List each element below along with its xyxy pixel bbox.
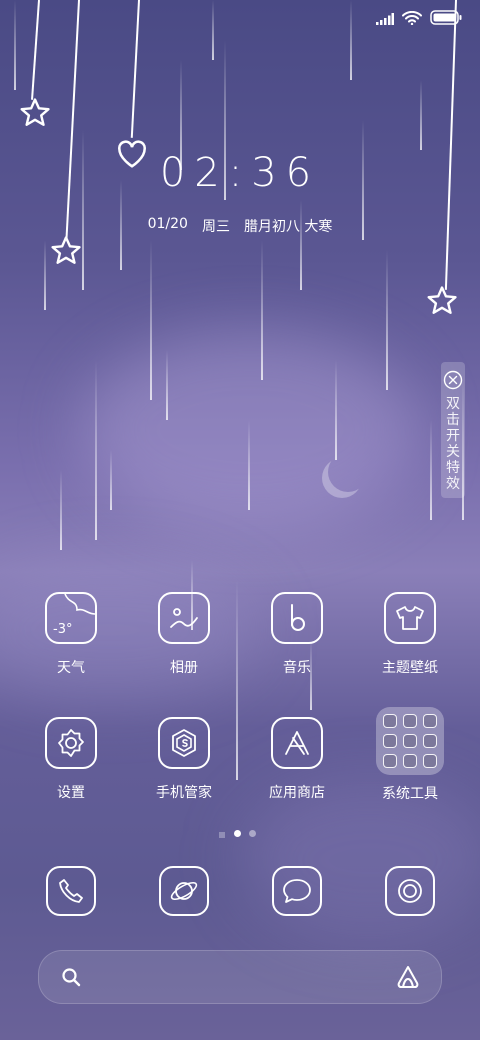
search-icon[interactable] xyxy=(61,967,81,991)
close-circle-icon[interactable] xyxy=(443,370,463,394)
app-label: 相册 xyxy=(170,660,198,676)
effect-toggle-label: 双击开关特效 xyxy=(446,396,460,492)
lunar-date-text: 腊月初八 大寒 xyxy=(243,219,333,235)
camera-icon[interactable] xyxy=(385,866,435,916)
app-label: 天气 xyxy=(57,660,85,676)
app-label: 主题壁纸 xyxy=(382,660,438,676)
battery-icon xyxy=(430,10,462,29)
app-weather[interactable]: -3° 天气 xyxy=(21,592,121,677)
app-label: 手机管家 xyxy=(156,785,212,801)
date-line[interactable]: 01/20 周三 腊月初八 大寒 xyxy=(0,216,480,236)
clock-time[interactable]: 02:36 xyxy=(0,150,480,196)
moon xyxy=(328,452,368,492)
star-ornament xyxy=(425,284,459,322)
home-page-indicator-icon xyxy=(218,824,226,843)
app-music[interactable]: 音乐 xyxy=(247,592,347,677)
folder-icon xyxy=(376,707,444,775)
assistant-icon[interactable] xyxy=(395,964,421,994)
date-text: 01/20 xyxy=(147,216,188,232)
app-store[interactable]: 应用商店 xyxy=(247,717,347,802)
phone-icon[interactable] xyxy=(46,866,96,916)
app-settings[interactable]: 设置 xyxy=(21,717,121,802)
weather-temp: -3° xyxy=(53,622,73,637)
app-theme[interactable]: 主题壁纸 xyxy=(360,592,460,677)
app-store-icon xyxy=(271,717,323,769)
app-security[interactable]: 手机管家 xyxy=(134,717,234,802)
browser-icon[interactable] xyxy=(159,866,209,916)
app-gallery[interactable]: 相册 xyxy=(134,592,234,677)
app-folder-system-tools[interactable]: 系统工具 xyxy=(360,707,460,803)
effect-toggle[interactable]: 双击开关特效 xyxy=(441,362,465,498)
messages-icon[interactable] xyxy=(272,866,322,916)
status-bar xyxy=(376,10,462,29)
signal-bars-icon xyxy=(376,10,394,29)
music-icon xyxy=(271,592,323,644)
page-indicator[interactable] xyxy=(218,824,256,843)
app-label: 应用商店 xyxy=(269,785,325,801)
weekday-text: 周三 xyxy=(201,219,230,235)
page-dot-active xyxy=(234,830,241,837)
theme-icon xyxy=(384,592,436,644)
star-ornament xyxy=(49,234,83,272)
app-label: 音乐 xyxy=(283,660,311,676)
weather-icon: -3° xyxy=(45,592,97,644)
star-ornament xyxy=(18,96,52,134)
app-label: 设置 xyxy=(57,785,85,801)
security-icon xyxy=(158,717,210,769)
gallery-icon xyxy=(158,592,210,644)
app-label: 系统工具 xyxy=(382,786,438,802)
page-dot xyxy=(249,830,256,837)
settings-icon xyxy=(45,717,97,769)
search-bar[interactable] xyxy=(38,950,442,1004)
wifi-icon xyxy=(402,10,422,29)
